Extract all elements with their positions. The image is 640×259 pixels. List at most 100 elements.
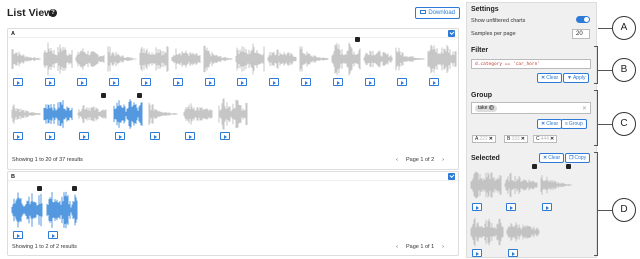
clear-input-icon[interactable]: ✕	[582, 105, 587, 112]
play-button[interactable]	[77, 78, 87, 86]
play-button[interactable]	[365, 78, 375, 86]
waveform-card[interactable]	[77, 93, 107, 140]
selected-checkbox[interactable]	[532, 164, 537, 169]
filter-clear-button[interactable]: ✕Clear	[537, 73, 563, 83]
selected-clear-button[interactable]: ✕Clear	[539, 153, 565, 163]
selected-checkbox[interactable]	[355, 37, 360, 42]
waveform-card[interactable]	[470, 168, 502, 211]
play-button[interactable]	[45, 78, 55, 86]
prev-page-button[interactable]: ‹	[396, 244, 398, 250]
selected-checkbox[interactable]	[72, 186, 77, 191]
waveform-card[interactable]	[427, 41, 457, 86]
waveform-card[interactable]	[11, 186, 43, 239]
waveform-thumbnail	[363, 50, 393, 68]
waveform-card[interactable]	[267, 41, 297, 86]
play-button[interactable]	[301, 78, 311, 86]
waveform-card[interactable]	[43, 97, 73, 140]
waveform-thumbnail	[43, 100, 73, 128]
play-button[interactable]	[13, 78, 23, 86]
play-button[interactable]	[397, 78, 407, 86]
play-button[interactable]	[115, 132, 125, 140]
samples-per-page-input[interactable]: 20	[572, 29, 590, 39]
waveform-card[interactable]	[183, 97, 213, 140]
filter-expression-input[interactable]: d.category == 'car_horn'	[471, 59, 591, 69]
waveform-card[interactable]	[331, 37, 361, 86]
play-button[interactable]	[150, 132, 160, 140]
remove-tag-icon[interactable]: ✕	[489, 105, 495, 111]
waveform-card[interactable]	[203, 41, 233, 86]
waveform-card[interactable]	[148, 97, 178, 140]
waveform-thumbnail	[46, 191, 78, 229]
pagination: ‹ Page 1 of 2 ›	[392, 157, 448, 163]
group-chip-c[interactable]: C444✕	[533, 135, 558, 143]
show-unfiltered-toggle[interactable]	[576, 16, 590, 23]
waveform-card[interactable]	[43, 41, 73, 86]
next-page-button[interactable]: ›	[442, 157, 444, 163]
remove-chip-icon[interactable]: ✕	[550, 136, 554, 142]
play-button[interactable]	[237, 78, 247, 86]
copy-button[interactable]: ❐Copy	[565, 153, 591, 163]
play-button[interactable]	[48, 231, 58, 239]
waveform-card[interactable]	[395, 41, 425, 86]
sidebar: Settings Show unfiltered charts Samples …	[466, 2, 597, 258]
next-page-button[interactable]: ›	[442, 244, 444, 250]
play-button[interactable]	[185, 132, 195, 140]
waveform-card[interactable]	[171, 41, 201, 86]
waveform-thumbnail	[107, 46, 137, 72]
play-button[interactable]	[472, 203, 482, 211]
remove-chip-icon[interactable]: ✕	[489, 136, 493, 142]
waveform-card[interactable]	[470, 216, 504, 257]
prev-page-button[interactable]: ‹	[396, 157, 398, 163]
play-button[interactable]	[141, 78, 151, 86]
waveform-card[interactable]	[299, 41, 329, 86]
group-apply-button[interactable]: ≡Group	[561, 119, 587, 129]
play-button[interactable]	[269, 78, 279, 86]
play-button[interactable]	[506, 203, 516, 211]
filter-apply-button[interactable]: ▼Apply	[563, 73, 590, 83]
waveform-card[interactable]	[218, 97, 248, 140]
download-button[interactable]: Download	[415, 7, 460, 19]
group-chip-b[interactable]: B333✕	[504, 135, 528, 143]
selected-checkbox[interactable]	[101, 93, 106, 98]
play-button[interactable]	[205, 78, 215, 86]
remove-chip-icon[interactable]: ✕	[521, 136, 525, 142]
waveform-card[interactable]	[540, 164, 572, 211]
play-button[interactable]	[472, 249, 482, 257]
group-chip-a[interactable]: A222✕	[472, 135, 496, 143]
waveform-card[interactable]	[75, 41, 105, 86]
play-button[interactable]	[13, 231, 23, 239]
play-button[interactable]	[79, 132, 89, 140]
waveform-card[interactable]	[235, 41, 265, 86]
selected-checkbox[interactable]	[566, 164, 571, 169]
selected-checkbox[interactable]	[37, 186, 42, 191]
group-by-input[interactable]: take ✕ ✕	[471, 102, 591, 114]
panel-header-a: A	[8, 29, 458, 38]
waveform-card[interactable]	[11, 41, 41, 86]
close-icon: ✕	[541, 75, 546, 81]
waveform-card[interactable]	[363, 41, 393, 86]
selected-checkbox[interactable]	[137, 93, 142, 98]
play-button[interactable]	[508, 249, 518, 257]
waveform-card[interactable]	[113, 93, 143, 140]
play-button[interactable]	[333, 78, 343, 86]
waveform-card[interactable]	[506, 216, 540, 257]
play-button[interactable]	[429, 78, 439, 86]
group-panel-b: B Showing 1 to 2 of 2 results ‹ Page 1 of…	[7, 171, 459, 256]
select-all-checkbox[interactable]	[448, 30, 455, 37]
play-button[interactable]	[13, 132, 23, 140]
group-clear-button[interactable]: ✕Clear	[537, 119, 563, 129]
waveform-thumbnail	[506, 222, 540, 242]
waveform-card[interactable]	[504, 164, 538, 211]
waveform-card[interactable]	[46, 186, 78, 239]
play-button[interactable]	[173, 78, 183, 86]
waveform-card[interactable]	[107, 41, 137, 86]
play-button[interactable]	[542, 203, 552, 211]
waveform-thumbnail	[11, 104, 41, 124]
waveform-card[interactable]	[139, 41, 169, 86]
select-all-checkbox[interactable]	[448, 173, 455, 180]
play-button[interactable]	[45, 132, 55, 140]
waveform-card[interactable]	[11, 97, 41, 140]
play-button[interactable]	[220, 132, 230, 140]
play-button[interactable]	[109, 78, 119, 86]
question-circle-icon[interactable]: ?	[49, 9, 57, 17]
